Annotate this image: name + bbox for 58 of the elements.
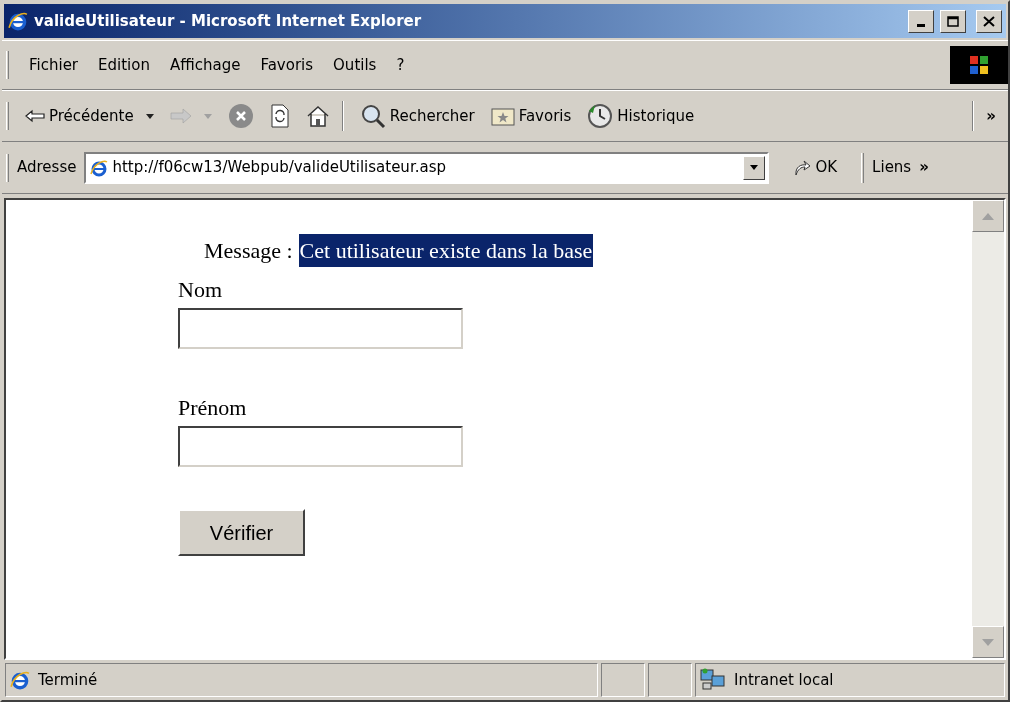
dropdown-button[interactable] <box>743 155 766 180</box>
menu-item[interactable]: Fichier <box>21 53 87 77</box>
address-field[interactable]: http://f06cw13/Webpub/valideUtilisateur.asp <box>84 151 770 184</box>
scroll-up-button[interactable] <box>972 200 1004 232</box>
text-field[interactable] <box>178 426 463 467</box>
field-label: Nom <box>178 276 222 304</box>
star-folder-icon <box>490 106 515 126</box>
forward-arrow-icon <box>169 108 192 124</box>
menu-item[interactable]: Edition <box>90 53 158 77</box>
minimize-button[interactable] <box>908 9 934 33</box>
status-text: Terminé <box>38 669 98 691</box>
links-button[interactable]: Liens <box>868 156 916 179</box>
go-arrow-icon <box>793 158 812 177</box>
maximize-button[interactable] <box>940 9 966 33</box>
minimize-icon <box>917 23 925 27</box>
status-pane <box>648 663 692 697</box>
scroll-down-button[interactable] <box>972 626 1004 658</box>
browser-logo-icon <box>8 11 28 31</box>
favorites-button[interactable]: Favoris <box>486 99 576 133</box>
zone-text: Intranet local <box>734 669 834 691</box>
back-arrow-icon <box>25 109 45 123</box>
maximize-icon <box>947 15 959 27</box>
scrollbar[interactable] <box>972 200 1004 658</box>
verify-button[interactable]: Vérifier <box>178 509 305 556</box>
home-icon <box>305 105 330 127</box>
refresh-icon <box>269 104 290 128</box>
stop-icon <box>227 103 254 129</box>
close-button[interactable] <box>976 9 1002 33</box>
page-icon <box>90 158 109 177</box>
window-title: valideUtilisateur - Microsoft Internet Explorer <box>34 10 422 32</box>
message-label: Message : <box>204 237 293 265</box>
windows-logo-icon <box>950 46 1008 84</box>
close-icon <box>983 15 995 27</box>
go-button[interactable]: OK <box>781 156 850 179</box>
menu-item[interactable]: Outils <box>325 53 385 77</box>
text-field[interactable] <box>178 308 463 349</box>
url-text: http://f06cw13/Webpub/valideUtilisateur.asp <box>112 157 447 179</box>
address-label: Adresse <box>17 157 77 179</box>
search-button[interactable]: Rechercher <box>355 99 479 133</box>
scroll-down-arrow-icon <box>982 638 994 646</box>
history-button[interactable]: Historique <box>583 99 699 133</box>
search-icon <box>359 103 386 129</box>
network-icon <box>700 668 726 692</box>
message-text: Cet utilisateur existe dans la base <box>298 234 594 267</box>
menu-item[interactable]: ? <box>388 53 413 77</box>
caret-icon <box>750 165 759 170</box>
menu-item[interactable]: Favoris <box>252 53 322 77</box>
status-pane <box>601 663 645 697</box>
menu-item[interactable]: Affichage <box>161 53 249 77</box>
back-button[interactable]: Précédente <box>21 99 158 133</box>
clock-icon <box>587 103 614 129</box>
scroll-up-arrow-icon <box>982 212 994 220</box>
field-label: Prénom <box>178 394 247 422</box>
caret-icon <box>203 113 212 119</box>
caret-icon <box>145 113 154 119</box>
toolbar-overflow[interactable]: » <box>974 104 1008 128</box>
page-icon <box>10 670 30 690</box>
links-overflow[interactable]: » <box>919 156 937 179</box>
